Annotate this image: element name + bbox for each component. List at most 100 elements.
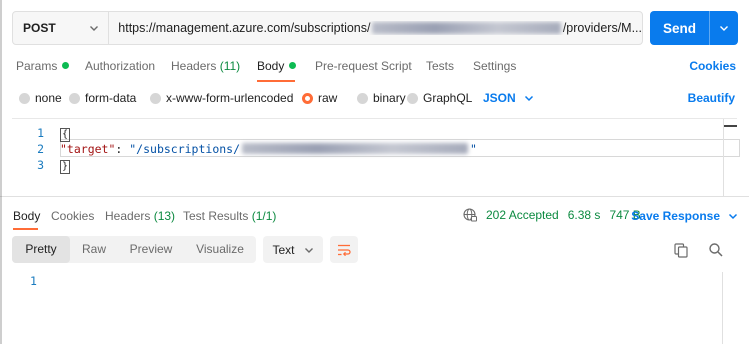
response-time[interactable]: 6.38 s	[568, 208, 601, 222]
tab-body-label: Body	[257, 59, 285, 73]
globe-lock-icon[interactable]	[463, 208, 477, 222]
url-input[interactable]: https://management.azure.com/subscriptio…	[109, 21, 642, 35]
redacted-subscription-id	[372, 22, 561, 34]
view-raw[interactable]: Raw	[70, 236, 118, 263]
chevron-down-icon	[90, 26, 99, 31]
line-number-gutter: 1 2 3	[12, 125, 44, 173]
status-code[interactable]: 202 Accepted	[486, 208, 559, 222]
response-line-gutter: 1	[30, 274, 37, 288]
radio-urlencoded-label: x-www-form-urlencoded	[166, 91, 294, 105]
radio-graphql[interactable]: GraphQL	[407, 91, 472, 105]
json-colon: :	[115, 142, 130, 156]
scrollbar-marker	[724, 125, 737, 127]
format-select[interactable]: JSON	[483, 91, 534, 105]
tab-response-headers[interactable]: Headers (13)	[105, 209, 175, 223]
view-visualize[interactable]: Visualize	[184, 236, 256, 263]
response-active-tab-indicator	[13, 228, 38, 230]
search-icon[interactable]	[708, 242, 724, 258]
method-select[interactable]: POST	[13, 12, 110, 44]
tab-test-results[interactable]: Test Results (1/1)	[183, 209, 276, 223]
copy-icon[interactable]	[673, 242, 689, 258]
radio-form-data[interactable]: form-data	[69, 91, 136, 105]
chevron-down-icon	[728, 213, 738, 220]
panel-divider[interactable]	[0, 196, 749, 197]
response-view-selector: Pretty Raw Preview Visualize	[12, 236, 256, 263]
radio-icon	[19, 92, 30, 104]
radio-icon	[150, 92, 161, 104]
tab-params-label: Params	[16, 59, 58, 73]
tab-pre-request-script[interactable]: Pre-request Script	[315, 59, 412, 73]
response-meta: 202 Accepted 6.38 s 747 B	[463, 208, 641, 222]
method-label: POST	[23, 21, 56, 35]
view-preview[interactable]: Preview	[118, 236, 184, 263]
response-format-select[interactable]: Text	[263, 236, 323, 263]
tab-test-results-label: Test Results	[183, 209, 249, 223]
radio-none-label: none	[35, 91, 62, 105]
radio-raw[interactable]: raw	[302, 91, 337, 105]
radio-binary[interactable]: binary	[357, 91, 406, 105]
active-tab-indicator	[257, 80, 295, 82]
tab-headers[interactable]: Headers (11)	[171, 59, 240, 73]
cookies-link[interactable]: Cookies	[689, 59, 736, 73]
editor-scrollbar[interactable]	[723, 119, 737, 197]
send-options-button[interactable]	[710, 23, 738, 33]
open-brace: {	[60, 128, 71, 142]
json-key: "target"	[60, 142, 116, 156]
tab-settings[interactable]: Settings	[473, 59, 516, 73]
radio-selected-icon	[302, 92, 313, 104]
tab-params[interactable]: Params	[16, 59, 70, 73]
send-button[interactable]: Send	[650, 11, 738, 45]
request-tabs: Params Authorization Headers (11) Body P…	[16, 59, 736, 75]
radio-graphql-label: GraphQL	[423, 91, 473, 105]
line-number: 1	[37, 126, 44, 140]
url-prefix: https://management.azure.com/subscriptio…	[118, 21, 371, 35]
response-format-label: Text	[272, 242, 295, 257]
radio-form-data-label: form-data	[85, 91, 137, 105]
test-results-count: (1/1)	[251, 209, 277, 223]
radio-icon	[69, 92, 80, 104]
json-value-suffix: "	[470, 142, 477, 156]
params-indicator-dot	[62, 62, 70, 69]
body-indicator-dot	[289, 62, 297, 69]
radio-urlencoded[interactable]: x-www-form-urlencoded	[150, 91, 293, 105]
radio-icon	[357, 92, 368, 104]
send-label: Send	[662, 20, 696, 36]
line-number: 1	[30, 274, 37, 288]
beautify-link[interactable]: Beautify	[688, 91, 735, 105]
tab-headers-label: Headers	[171, 59, 217, 73]
wrap-lines-icon	[338, 244, 351, 256]
wrap-lines-button[interactable]	[330, 236, 358, 263]
chevron-down-icon	[524, 95, 533, 102]
tab-response-cookies[interactable]: Cookies	[51, 209, 94, 223]
headers-count: (11)	[219, 59, 241, 73]
radio-none[interactable]: none	[19, 91, 62, 105]
tab-authorization[interactable]: Authorization	[85, 59, 155, 73]
request-body-editor[interactable]: 1 2 3 { "target": "/subscriptions/ " }	[12, 118, 740, 197]
chevron-down-icon	[304, 247, 313, 253]
save-response-label: Save Response	[631, 209, 720, 223]
save-response-button[interactable]: Save Response	[631, 209, 738, 223]
tab-response-headers-label: Headers	[105, 209, 151, 223]
response-tabs: Body Cookies Headers (13) Test Results (…	[13, 208, 738, 225]
body-type-selector: none form-data x-www-form-urlencoded raw…	[19, 91, 735, 107]
view-pretty[interactable]: Pretty	[12, 236, 70, 263]
tab-tests[interactable]: Tests	[426, 59, 454, 73]
response-headers-count: (13)	[153, 209, 176, 223]
url-suffix: /providers/M...	[562, 21, 642, 35]
json-value-prefix: "/subscriptions/	[129, 142, 241, 156]
chevron-down-icon	[720, 26, 728, 31]
radio-binary-label: binary	[373, 91, 406, 105]
redacted-value	[242, 143, 469, 154]
request-bar: POST https://management.azure.com/subscr…	[12, 11, 643, 45]
response-scrollbar[interactable]	[722, 272, 723, 344]
line-number: 3	[37, 158, 44, 172]
close-brace: }	[60, 160, 71, 174]
tab-body[interactable]: Body	[257, 59, 297, 73]
window-edge	[0, 0, 2, 344]
code-content: { "target": "/subscriptions/ " }	[60, 125, 477, 174]
radio-raw-label: raw	[318, 91, 338, 105]
format-label: JSON	[483, 91, 516, 105]
radio-icon	[407, 92, 418, 104]
line-number: 2	[37, 142, 44, 156]
tab-response-body[interactable]: Body	[13, 209, 40, 223]
